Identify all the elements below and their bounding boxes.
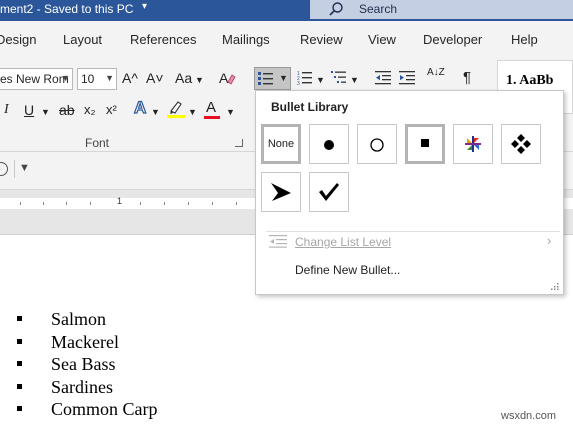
chevron-down-icon[interactable]: ▼ [279, 73, 288, 83]
tab-review[interactable]: Review [300, 32, 343, 47]
italic-button[interactable]: I [4, 102, 9, 118]
chevron-down-icon[interactable]: ▼ [188, 104, 197, 120]
ruler-number: 1 [117, 196, 123, 206]
font-name-value: es New Rom [0, 72, 69, 86]
sort-button[interactable]: A↓Z [427, 68, 447, 78]
title-bar: ment2 - Saved to this PC ▾ Search [0, 0, 573, 21]
chevron-down-icon[interactable]: ▼ [195, 72, 204, 88]
chevron-down-icon[interactable]: ▼ [226, 104, 235, 120]
change-level-icon [269, 235, 287, 248]
tab-design[interactable]: Design [0, 32, 36, 47]
bullet-library-heading: Bullet Library [271, 100, 349, 114]
bullets-icon [258, 72, 273, 85]
bullet-option-hollow-circle[interactable] [357, 124, 397, 164]
highlighter-icon[interactable] [167, 99, 185, 119]
bullet-option-checkmark[interactable] [309, 172, 349, 212]
numbering-icon[interactable]: 1 2 3 [297, 70, 313, 85]
customize-toolbar-icon[interactable]: ▼ [19, 162, 30, 174]
font-name-box[interactable]: es New Rom ▼ [0, 68, 73, 90]
resize-grip-icon[interactable] [551, 282, 559, 290]
chevron-down-icon[interactable]: ▼ [316, 72, 325, 88]
bullet-option-diamond-cluster[interactable] [501, 124, 541, 164]
style-preview[interactable]: 1. AaBb [506, 73, 553, 89]
tab-developer[interactable]: Developer [423, 32, 482, 47]
underline-button[interactable]: U [24, 102, 34, 118]
ribbon-tabs: Design Layout References Mailings Review… [0, 21, 573, 57]
superscript-button[interactable]: x² [106, 102, 117, 118]
define-new-bullet-item[interactable]: Define New Bullet... [295, 263, 400, 277]
menu-divider [266, 231, 560, 232]
tab-references[interactable]: References [130, 32, 196, 47]
checkmark-icon [319, 183, 339, 201]
tab-mailings[interactable]: Mailings [222, 32, 270, 47]
square-bullet-icon [17, 316, 22, 321]
chevron-down-icon[interactable]: ▼ [61, 73, 70, 83]
bullet-option-none[interactable]: None [261, 124, 301, 164]
text-effects-button[interactable]: A [133, 98, 147, 116]
multilevel-list-icon[interactable] [331, 70, 347, 85]
dialog-launcher-icon[interactable] [235, 139, 243, 147]
tab-help[interactable]: Help [511, 32, 538, 47]
arrowhead-icon [271, 183, 291, 201]
document-title[interactable]: ment2 - Saved to this PC [0, 2, 133, 16]
tab-view[interactable]: View [368, 32, 396, 47]
strikethrough-button[interactable]: ab [59, 102, 75, 118]
square-bullet-icon [17, 338, 22, 344]
font-color-swatch [204, 116, 220, 119]
title-dropdown-icon[interactable]: ▾ [142, 1, 147, 12]
square-bullet-icon [17, 361, 22, 367]
grow-font-button[interactable]: A^ [122, 70, 138, 86]
clear-formatting-icon[interactable]: A [219, 70, 236, 87]
bullets-button[interactable]: ▼ [254, 67, 291, 90]
bullet-option-square[interactable] [405, 124, 445, 164]
font-size-value: 10 [81, 72, 95, 86]
square-bullet-icon [17, 406, 22, 412]
svg-text:A: A [219, 70, 229, 86]
bullet-option-color-cross[interactable] [453, 124, 493, 164]
increase-indent-icon[interactable] [399, 70, 415, 85]
bullet-option-arrowhead[interactable] [261, 172, 301, 212]
bullet-library-menu: Bullet Library None Change List Level › … [255, 90, 564, 295]
chevron-right-icon: › [547, 233, 552, 248]
diamond-cluster-icon [511, 134, 531, 154]
hollow-circle-icon [370, 138, 384, 152]
search-label: Search [359, 2, 398, 16]
change-case-button[interactable]: Aa [175, 70, 192, 86]
chevron-down-icon[interactable]: ▼ [151, 104, 160, 120]
tab-layout[interactable]: Layout [63, 32, 102, 47]
chevron-down-icon[interactable]: ▼ [350, 72, 359, 88]
circle-icon[interactable] [0, 162, 8, 176]
font-size-box[interactable]: 10 ▼ [77, 68, 117, 90]
search-box[interactable]: Search [310, 0, 573, 19]
chevron-down-icon[interactable]: ▼ [105, 73, 114, 83]
change-list-level-item: Change List Level [295, 235, 392, 249]
shrink-font-button[interactable]: A˅ [146, 70, 164, 86]
highlight-color-swatch [167, 115, 185, 118]
watermark: wsxdn.com [501, 410, 557, 422]
svg-text:3: 3 [297, 81, 300, 85]
none-label: None [267, 138, 295, 150]
toolbar-separator [14, 160, 15, 178]
search-icon [329, 2, 343, 16]
colored-cross-icon [465, 136, 481, 152]
chevron-down-icon[interactable]: ▼ [41, 104, 50, 120]
decrease-indent-icon[interactable] [375, 70, 391, 85]
square-bullet-icon [17, 383, 22, 389]
filled-circle-icon [324, 140, 334, 150]
font-color-button[interactable]: A [206, 100, 216, 116]
filled-square-icon [421, 139, 429, 147]
bullet-option-filled-circle[interactable] [309, 124, 349, 164]
subscript-button[interactable]: x₂ [84, 102, 96, 118]
font-group-label: Font [85, 136, 110, 150]
show-formatting-button[interactable]: ¶ [463, 70, 471, 86]
